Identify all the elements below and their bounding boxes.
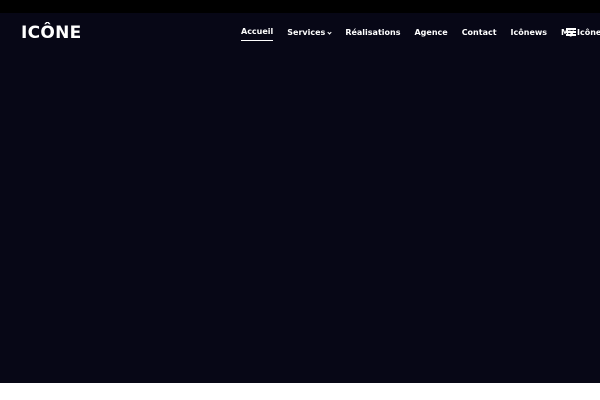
- nav-item-label: Services: [287, 28, 326, 37]
- main-nav: Accueil Services Réalisations Agence Con…: [241, 25, 600, 41]
- nav-item-realisations[interactable]: Réalisations: [345, 26, 400, 40]
- page-bottom-strip: [0, 383, 600, 400]
- nav-item-label: Réalisations: [345, 28, 401, 37]
- nav-item-agence[interactable]: Agence: [414, 26, 447, 40]
- nav-item-services[interactable]: Services: [287, 26, 332, 40]
- hero-section: [0, 13, 600, 383]
- nav-item-label: Icônews: [510, 28, 548, 37]
- site-header: ICÔNE Accueil Services Réalisations Agen…: [0, 13, 600, 53]
- nav-item-contact[interactable]: Contact: [462, 26, 497, 40]
- nav-item-iconews[interactable]: Icônews: [511, 26, 548, 40]
- nav-item-accueil[interactable]: Accueil: [241, 25, 274, 41]
- nav-item-label: Contact: [461, 28, 497, 37]
- nav-item-label: Agence: [414, 28, 448, 37]
- chevron-down-icon: [327, 29, 332, 35]
- top-bar: [0, 0, 600, 13]
- nav-item-label: Accueil: [241, 25, 274, 41]
- hamburger-menu-icon[interactable]: [566, 28, 576, 36]
- site-logo[interactable]: ICÔNE: [21, 22, 82, 44]
